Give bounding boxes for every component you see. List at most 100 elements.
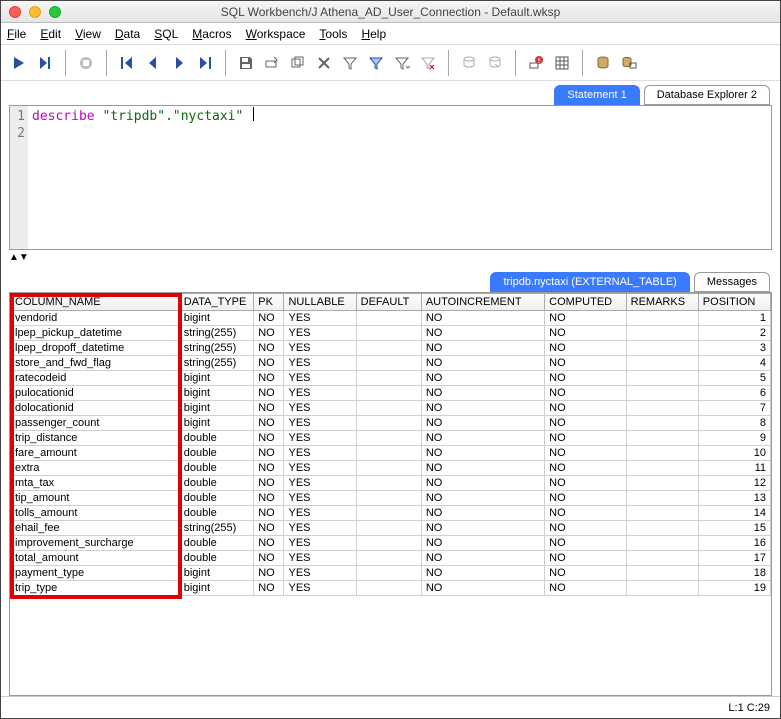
connection-icon[interactable] [591,51,615,75]
cell[interactable] [356,431,421,446]
cell[interactable]: NO [254,566,284,581]
cell[interactable]: bigint [179,566,253,581]
cell[interactable] [356,416,421,431]
cell[interactable]: improvement_surcharge [11,536,180,551]
cell[interactable]: payment_type [11,566,180,581]
cell[interactable] [626,341,698,356]
cell[interactable]: YES [284,566,356,581]
connection-settings-icon[interactable] [617,51,641,75]
cell[interactable] [626,431,698,446]
cell[interactable]: NO [421,356,544,371]
cell[interactable]: NO [421,446,544,461]
cell[interactable] [356,551,421,566]
table-row[interactable]: total_amountdoubleNOYESNONO17 [11,551,771,566]
editor-text[interactable]: describe "tripdb"."nyctaxi" [28,106,771,249]
last-icon[interactable] [193,51,217,75]
cell[interactable]: 18 [698,566,770,581]
cell[interactable] [626,521,698,536]
col-header[interactable]: PK [254,294,284,311]
col-header[interactable]: DATA_TYPE [179,294,253,311]
tab-messages[interactable]: Messages [694,272,770,292]
cell[interactable]: 16 [698,536,770,551]
cell[interactable]: double [179,446,253,461]
cell[interactable]: NO [421,536,544,551]
cell[interactable]: NO [421,551,544,566]
cell[interactable]: NO [421,506,544,521]
cell[interactable]: NO [421,566,544,581]
menu-help[interactable]: Help [361,27,386,41]
cell[interactable] [356,566,421,581]
cell[interactable] [626,506,698,521]
cell[interactable] [626,311,698,326]
cell[interactable]: ehail_fee [11,521,180,536]
cell[interactable]: NO [545,311,626,326]
cell[interactable]: double [179,536,253,551]
table-row[interactable]: ehail_feestring(255)NOYESNONO15 [11,521,771,536]
cell[interactable]: NO [421,461,544,476]
cell[interactable]: string(255) [179,356,253,371]
cell[interactable]: NO [545,506,626,521]
col-header[interactable]: COMPUTED [545,294,626,311]
cell[interactable]: NO [545,356,626,371]
cell[interactable]: YES [284,431,356,446]
cell[interactable] [356,536,421,551]
sql-editor[interactable]: 1 2 describe "tripdb"."nyctaxi" [9,105,772,250]
cell[interactable]: NO [545,491,626,506]
cell[interactable]: YES [284,371,356,386]
cell[interactable]: NO [254,476,284,491]
cell[interactable]: NO [254,446,284,461]
copy-row-icon[interactable] [286,51,310,75]
cell[interactable] [356,356,421,371]
cell[interactable] [626,566,698,581]
table-row[interactable]: mta_taxdoubleNOYESNONO12 [11,476,771,491]
cell[interactable]: NO [421,431,544,446]
cell[interactable]: YES [284,341,356,356]
tab-statement-1[interactable]: Statement 1 [554,85,639,105]
next-icon[interactable] [167,51,191,75]
cell[interactable]: NO [421,401,544,416]
cell[interactable]: NO [545,476,626,491]
cell[interactable]: 7 [698,401,770,416]
cell[interactable]: NO [545,401,626,416]
cell[interactable] [356,491,421,506]
results-grid[interactable]: COLUMN_NAMEDATA_TYPEPKNULLABLEDEFAULTAUT… [10,293,771,695]
cell[interactable] [356,401,421,416]
run-icon[interactable] [7,51,31,75]
tab-result-table[interactable]: tripdb.nyctaxi (EXTERNAL_TABLE) [490,272,689,292]
cell[interactable]: vendorid [11,311,180,326]
cell[interactable]: 5 [698,371,770,386]
menu-file[interactable]: File [7,27,26,41]
cell[interactable]: 10 [698,446,770,461]
table-row[interactable]: extradoubleNOYESNONO11 [11,461,771,476]
cell[interactable]: NO [545,461,626,476]
cell[interactable]: NO [421,416,544,431]
cell[interactable]: NO [254,311,284,326]
cell[interactable] [356,341,421,356]
cell[interactable]: NO [545,551,626,566]
cell[interactable] [626,416,698,431]
col-header[interactable]: AUTOINCREMENT [421,294,544,311]
cell[interactable]: trip_type [11,581,180,596]
table-row[interactable]: improvement_surchargedoubleNOYESNONO16 [11,536,771,551]
cell[interactable]: NO [254,551,284,566]
cell[interactable]: string(255) [179,326,253,341]
tab-db-explorer[interactable]: Database Explorer 2 [644,85,770,105]
split-handle[interactable]: ▲▼ [9,250,772,264]
cell[interactable]: tip_amount [11,491,180,506]
insert-row-icon[interactable] [260,51,284,75]
cell[interactable]: NO [254,536,284,551]
cell[interactable] [356,371,421,386]
filter-menu-icon[interactable] [390,51,414,75]
cell[interactable]: NO [254,356,284,371]
col-header[interactable]: NULLABLE [284,294,356,311]
cell[interactable]: NO [254,461,284,476]
maximize-icon[interactable] [49,6,61,18]
cell[interactable] [626,536,698,551]
table-row[interactable]: store_and_fwd_flagstring(255)NOYESNONO4 [11,356,771,371]
cell[interactable]: YES [284,416,356,431]
cell[interactable] [356,446,421,461]
cell[interactable]: double [179,476,253,491]
menu-macros[interactable]: Macros [192,27,231,41]
cell[interactable] [626,356,698,371]
cell[interactable]: NO [254,491,284,506]
